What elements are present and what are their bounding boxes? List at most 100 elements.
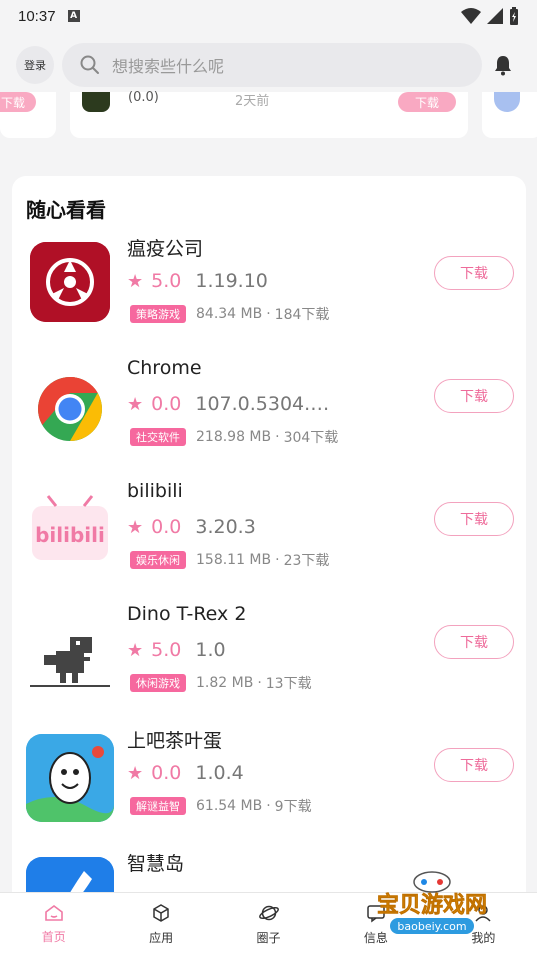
tab-label: 圈子 [256,931,281,945]
app-name: 上吧茶叶蛋 [127,730,223,752]
star-icon: ★ [127,516,144,538]
category-tag: 休闲游戏 [130,674,186,692]
app-rating: ★ 5.0 1.0 [127,639,226,661]
time-text: 2天前 [235,94,270,109]
app-size: 158.11 MB [196,552,272,568]
app-version: 1.19.10 [195,270,268,292]
separator: · [266,798,271,814]
top-header: 登录 想搜索些什么呢 [0,40,537,90]
category-tag: 社交软件 [130,428,186,446]
app-size: 61.54 MB [196,798,263,814]
bell-icon[interactable] [492,54,514,76]
app-meta: 社交软件 218.98 MB · 304下载 [130,427,338,447]
status-bar: 10:37 A [0,0,537,32]
chrome-icon [26,365,114,453]
rating-text: (0.0) [128,90,159,105]
separator: · [266,306,271,322]
random-browse-panel: 随心看看 瘟疫公司 ★ 5.0 1.19.10 策略游戏 84.34 MB · 184下载… [12,176,526,945]
app-name: 瘟疫公司 [127,238,204,260]
battery-icon [510,7,518,25]
star-icon: ★ [127,762,144,784]
app-score: 5.0 [151,639,182,661]
app-list-item[interactable]: Chrome ★ 0.0 107.0.5304.1… 社交软件 218.98 MB · 3… [12,357,526,475]
app-size: 1.82 MB [196,675,254,691]
download-button[interactable]: 下载 [434,502,514,536]
app-rating: ★ 0.0 3.20.3 [127,516,256,538]
login-button[interactable]: 登录 [16,46,54,84]
app-meta: 休闲游戏 1.82 MB · 13下载 [130,673,312,693]
egg-game-icon [26,734,114,822]
download-button[interactable]: 下载 [434,379,514,413]
cube-icon [153,904,169,922]
search-icon [80,55,99,74]
star-icon: ★ [127,639,144,661]
star-icon: ★ [127,270,144,292]
app-list-item[interactable]: Dino T-Rex 2 ★ 5.0 1.0 休闲游戏 1.82 MB · 13下载 下载 [12,603,526,721]
app-size: 84.34 MB [196,306,263,322]
app-list-item[interactable]: 上吧茶叶蛋 ★ 0.0 1.0.4 解谜益智 61.54 MB · 9下载 下载 [12,730,526,844]
app-meta: 解谜益智 61.54 MB · 9下载 [130,796,312,816]
watermark-logo: 宝贝游戏网 baobeiy.com [360,864,510,936]
svg-text:bilibili: bilibili [35,523,105,547]
app-size: 218.98 MB [196,429,272,445]
download-button[interactable]: 下载 [398,92,456,112]
wifi-icon [461,8,481,24]
app-list-item[interactable]: 瘟疫公司 ★ 5.0 1.19.10 策略游戏 84.34 MB · 184下载 下载 [12,238,526,352]
tab-apps[interactable]: 应用 [107,893,214,956]
svg-text:baobeiy.com: baobeiy.com [397,920,466,933]
app-downloads: 304下载 [283,430,339,446]
app-meta: 策略游戏 84.34 MB · 184下载 [130,304,329,324]
category-tag: 娱乐休闲 [130,551,186,569]
app-name: 智慧岛 [127,853,185,875]
app-downloads: 23下载 [283,553,330,569]
app-version: 1.0 [195,639,226,661]
app-rating: ★ 0.0 1.0.4 [127,762,244,784]
app-name: Chrome [127,357,202,379]
download-button[interactable]: 下载 [434,256,514,290]
tab-label: 应用 [149,931,174,945]
svg-text:宝贝游戏网: 宝贝游戏网 [377,892,487,918]
star-icon: ★ [127,393,144,415]
plague-inc-icon [30,242,110,322]
app-rating: ★ 0.0 107.0.5304.1… [127,393,340,415]
download-button[interactable]: 下载 [434,625,514,659]
separator: · [257,675,262,691]
app-version: 3.20.3 [195,516,256,538]
app-score: 5.0 [151,270,182,292]
app-version: 107.0.5304.1… [195,393,341,415]
app-downloads: 184下载 [274,307,330,323]
download-button[interactable]: 下载 [0,92,36,112]
app-name: Dino T-Rex 2 [127,603,247,625]
dino-icon [26,611,114,699]
tab-circle[interactable]: 圈子 [215,893,322,956]
app-score: 0.0 [151,516,182,538]
app-downloads: 13下载 [265,676,312,692]
app-score: 0.0 [151,762,182,784]
notification-a-icon: A [67,10,80,22]
app-icon [82,92,110,112]
status-icons [461,7,519,25]
app-score: 0.0 [151,393,182,415]
search-bar[interactable]: 想搜索些什么呢 [62,43,482,87]
section-title: 随心看看 [26,198,106,222]
status-time: 10:37 [18,7,56,25]
separator: · [275,552,280,568]
tab-label: 首页 [41,930,66,944]
app-icon [494,92,520,112]
app-meta: 娱乐休闲 158.11 MB · 23下载 [130,550,329,570]
app-rating: ★ 5.0 1.19.10 [127,270,268,292]
scrolled-card-strip: 下载 (0.0) 2天前 下载 [0,90,537,138]
signal-icon [487,8,503,24]
tab-home[interactable]: 首页 [0,893,107,956]
category-tag: 策略游戏 [130,305,186,323]
app-name: bilibili [127,480,183,502]
separator: · [275,429,280,445]
download-button[interactable]: 下载 [434,748,514,782]
app-downloads: 9下载 [274,799,312,815]
bilibili-icon: bilibili [26,488,114,576]
app-list-item[interactable]: bilibili bilibili ★ 0.0 3.20.3 娱乐休闲 158.11 … [12,480,526,598]
planet-icon [258,905,279,921]
card-fragment-middle[interactable]: (0.0) 2天前 下载 [70,90,468,138]
search-placeholder: 想搜索些什么呢 [112,57,225,76]
home-icon [44,905,63,921]
